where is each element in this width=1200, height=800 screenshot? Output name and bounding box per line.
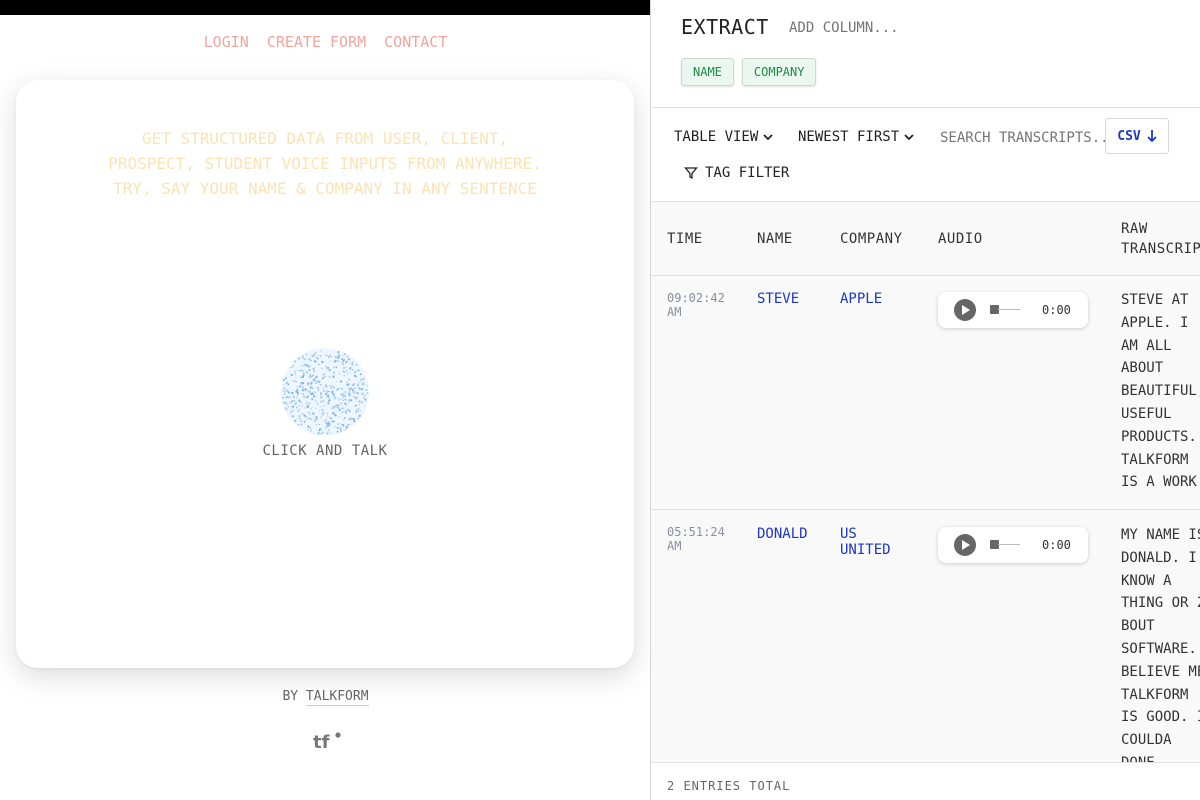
hero-tagline: Get structured data from user, client, p…: [46, 126, 604, 201]
play-icon[interactable]: [954, 299, 976, 321]
row-2-company[interactable]: US United: [840, 526, 910, 558]
top-nav: Login Create Form Contact: [0, 33, 651, 51]
click-and-talk-label: Click and Talk: [262, 443, 388, 459]
col-header-time: Time: [667, 231, 703, 247]
view-select-label: Table View: [674, 129, 759, 145]
row-1-transcript: Steve at Apple. I am all about beautiful…: [1121, 292, 1200, 491]
search-transcripts-input[interactable]: [940, 130, 1105, 146]
chevron-down-icon: [763, 134, 773, 141]
byline-prefix: By: [282, 689, 306, 704]
csv-label: CSV: [1117, 128, 1141, 144]
col-header-audio: Audio: [938, 231, 983, 247]
filter-icon: [684, 167, 698, 180]
audio-progress-track[interactable]: [998, 544, 1020, 545]
entries-total: 2 entries total: [667, 779, 791, 793]
row-1-audio-player: 0:00: [938, 292, 1088, 328]
play-icon[interactable]: [954, 534, 976, 556]
talkform-logo-icon: tf: [313, 732, 341, 752]
add-column-input[interactable]: [789, 20, 949, 36]
nav-contact-link[interactable]: Contact: [384, 33, 447, 51]
audio-time: 0:00: [1042, 303, 1071, 317]
byline: By Talkform: [0, 689, 651, 706]
row-divider: [651, 509, 1200, 510]
tag-filter-label: Tag Filter: [705, 165, 790, 181]
talk-card: Get structured data from user, client, p…: [16, 80, 634, 668]
audio-time: 0:00: [1042, 538, 1071, 552]
svg-text:tf: tf: [313, 732, 330, 752]
csv-download-button[interactable]: CSV: [1105, 118, 1169, 154]
column-chips: Name Company: [681, 58, 817, 86]
footer-divider: [651, 762, 1200, 763]
extract-title: Extract: [681, 15, 769, 39]
row-2-time: 05:51:24 AM: [667, 525, 725, 553]
nav-create-form-link[interactable]: Create Form: [267, 33, 366, 51]
chip-company[interactable]: Company: [741, 58, 817, 86]
row-2-name[interactable]: Donald: [757, 526, 808, 542]
nav-login-link[interactable]: Login: [204, 33, 249, 51]
col-header-raw-transcript: Raw Transcript: [1121, 221, 1200, 257]
row-2-transcript: My name is Donald. I know a thing or 2 b…: [1121, 527, 1200, 762]
row-2-audio-player: 0:00: [938, 527, 1088, 563]
divider: [651, 107, 1200, 108]
transcripts-table: Time Name Company Audio Raw Transcript 0…: [651, 201, 1200, 762]
row-1-name[interactable]: Steve: [757, 291, 799, 307]
row-1-company[interactable]: Apple: [840, 291, 882, 307]
row-1-time: 09:02:42 AM: [667, 291, 725, 319]
voice-orb-button[interactable]: [280, 347, 370, 437]
sort-select-label: Newest First: [798, 129, 900, 145]
talkform-link[interactable]: Talkform: [305, 689, 369, 706]
view-select[interactable]: Table View: [674, 129, 773, 145]
tag-filter-button[interactable]: Tag Filter: [684, 165, 789, 181]
extract-panel: Extract Name Company Table View Newest F…: [650, 0, 1200, 800]
top-bar: [0, 0, 651, 15]
col-header-name: Name: [757, 231, 793, 247]
header-divider: [651, 275, 1200, 276]
chevron-down-icon: [904, 134, 914, 141]
tagline-line-1: Get structured data from user, client,: [141, 129, 509, 148]
arrow-down-icon: [1147, 130, 1157, 143]
tagline-line-2: prospect, student voice inputs from anyw…: [108, 154, 542, 173]
chip-name[interactable]: Name: [681, 58, 734, 86]
tagline-line-3: Try, say your name & company in any sent…: [113, 179, 537, 198]
audio-progress-track[interactable]: [998, 309, 1020, 310]
sort-select[interactable]: Newest First: [798, 129, 914, 145]
col-header-company: Company: [840, 231, 903, 247]
